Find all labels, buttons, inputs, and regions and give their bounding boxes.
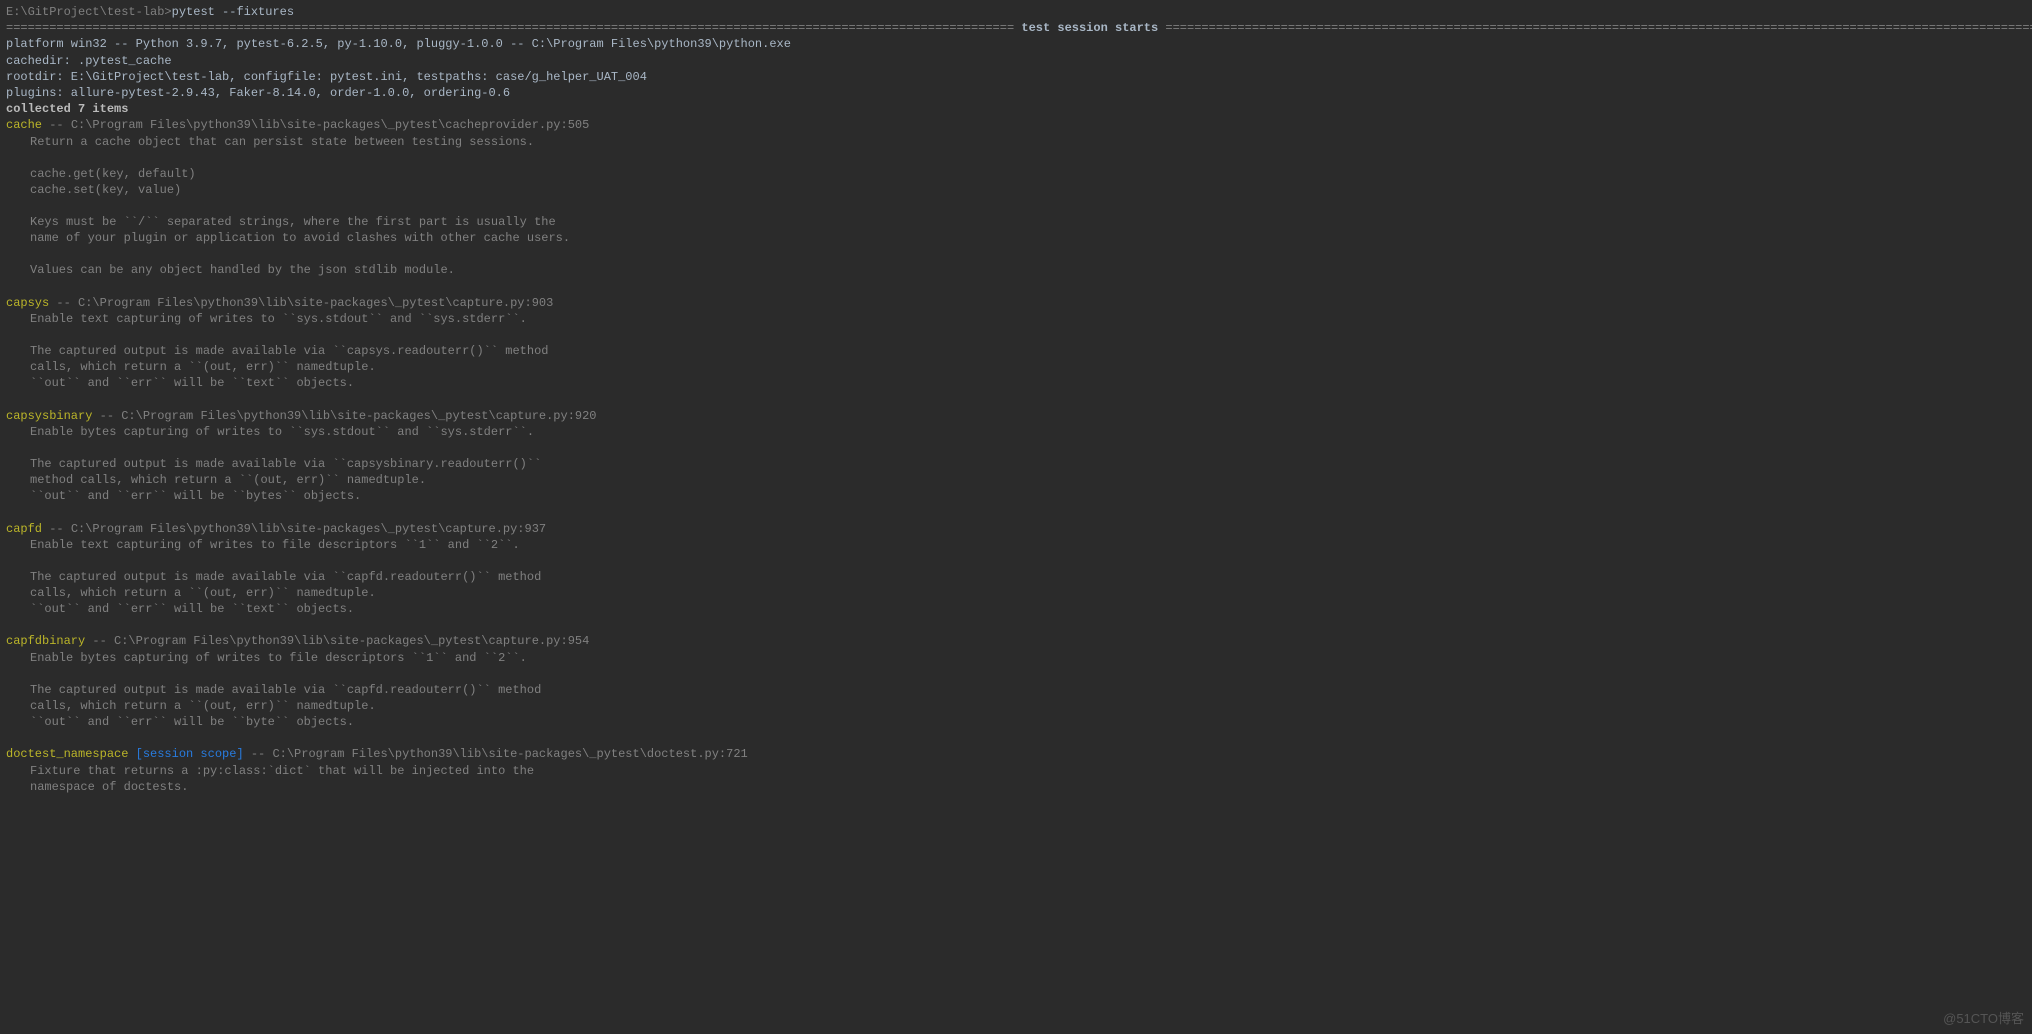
fixture-desc-line: calls, which return a ``(out, err)`` nam… — [6, 359, 2026, 375]
fixtures-list: cache -- C:\Program Files\python39\lib\s… — [6, 117, 2026, 795]
cachedir-line: cachedir: .pytest_cache — [6, 53, 2026, 69]
fixture-desc-line: method calls, which return a ``(out, err… — [6, 472, 2026, 488]
fixture-header: capfdbinary -- C:\Program Files\python39… — [6, 633, 2026, 649]
fixture-desc-line: calls, which return a ``(out, err)`` nam… — [6, 585, 2026, 601]
fixture-desc-line: Enable bytes capturing of writes to ``sy… — [6, 424, 2026, 440]
fixture-name: capsys — [6, 296, 49, 310]
fixture-path: -- C:\Program Files\python39\lib\site-pa… — [244, 747, 748, 761]
fixture-header: doctest_namespace [session scope] -- C:\… — [6, 746, 2026, 762]
fixture-header: capfd -- C:\Program Files\python39\lib\s… — [6, 521, 2026, 537]
fixture-desc-line: ``out`` and ``err`` will be ``text`` obj… — [6, 601, 2026, 617]
fixture-desc-line: Enable bytes capturing of writes to file… — [6, 650, 2026, 666]
fixture-name: doctest_namespace — [6, 747, 128, 761]
fixture-desc-line: calls, which return a ``(out, err)`` nam… — [6, 698, 2026, 714]
session-banner: ========================================… — [6, 20, 2026, 36]
collected-line: collected 7 items — [6, 101, 2026, 117]
command-prompt-line: E:\GitProject\test-lab>pytest --fixtures — [6, 4, 2026, 20]
fixture-desc-line: Fixture that returns a :py:class:`dict` … — [6, 763, 2026, 779]
platform-line: platform win32 -- Python 3.9.7, pytest-6… — [6, 36, 2026, 52]
fixture-path: -- C:\Program Files\python39\lib\site-pa… — [42, 522, 546, 536]
fixture-name: capfd — [6, 522, 42, 536]
fixture-path: -- C:\Program Files\python39\lib\site-pa… — [92, 409, 596, 423]
fixture-desc-line: Enable text capturing of writes to ``sys… — [6, 311, 2026, 327]
fixture-path: -- C:\Program Files\python39\lib\site-pa… — [85, 634, 589, 648]
cwd: E:\GitProject\test-lab> — [6, 5, 172, 19]
fixture-desc-line: The captured output is made available vi… — [6, 682, 2026, 698]
plugins-line: plugins: allure-pytest-2.9.43, Faker-8.1… — [6, 85, 2026, 101]
fixture-desc-line: name of your plugin or application to av… — [6, 230, 2026, 246]
fixture-path: -- C:\Program Files\python39\lib\site-pa… — [49, 296, 553, 310]
banner-title: test session starts — [1021, 21, 1158, 35]
fixture-path: -- C:\Program Files\python39\lib\site-pa… — [42, 118, 589, 132]
fixture-desc-line: The captured output is made available vi… — [6, 343, 2026, 359]
fixture-desc-line: cache.get(key, default) — [6, 166, 2026, 182]
watermark: @51CTO博客 — [1943, 1010, 2024, 1028]
fixture-desc-line: The captured output is made available vi… — [6, 569, 2026, 585]
fixture-scope: [session scope] — [128, 747, 243, 761]
fixture-desc-line: ``out`` and ``err`` will be ``byte`` obj… — [6, 714, 2026, 730]
fixture-desc-line: Values can be any object handled by the … — [6, 262, 2026, 278]
fixture-header: capsysbinary -- C:\Program Files\python3… — [6, 408, 2026, 424]
fixture-desc-line: The captured output is made available vi… — [6, 456, 2026, 472]
command: pytest --fixtures — [172, 5, 294, 19]
fixture-name: capfdbinary — [6, 634, 85, 648]
fixture-desc-line: Return a cache object that can persist s… — [6, 134, 2026, 150]
fixture-name: capsysbinary — [6, 409, 92, 423]
fixture-desc-line: namespace of doctests. — [6, 779, 2026, 795]
fixture-name: cache — [6, 118, 42, 132]
fixture-desc-line: Enable text capturing of writes to file … — [6, 537, 2026, 553]
fixture-desc-line: ``out`` and ``err`` will be ``bytes`` ob… — [6, 488, 2026, 504]
fixture-header: capsys -- C:\Program Files\python39\lib\… — [6, 295, 2026, 311]
fixture-header: cache -- C:\Program Files\python39\lib\s… — [6, 117, 2026, 133]
fixture-desc-line: Keys must be ``/`` separated strings, wh… — [6, 214, 2026, 230]
banner-left: ========================================… — [6, 21, 1021, 35]
banner-right: ========================================… — [1158, 21, 2032, 35]
rootdir-line: rootdir: E:\GitProject\test-lab, configf… — [6, 69, 2026, 85]
fixture-desc-line: cache.set(key, value) — [6, 182, 2026, 198]
fixture-desc-line: ``out`` and ``err`` will be ``text`` obj… — [6, 375, 2026, 391]
